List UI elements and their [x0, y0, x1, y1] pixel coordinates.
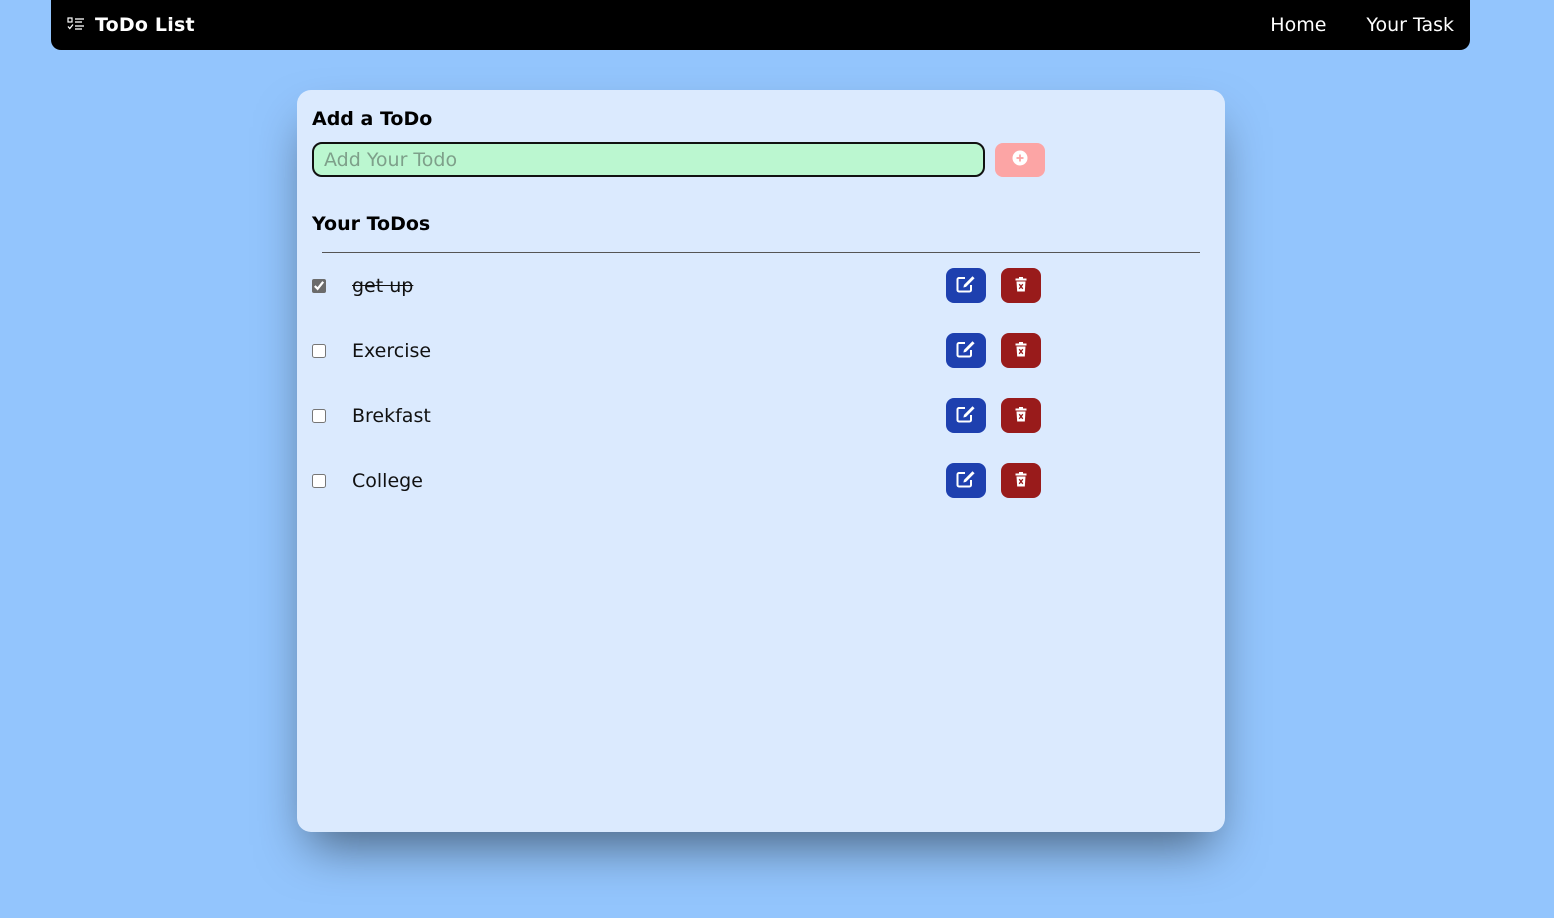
nav-link-home[interactable]: Home: [1270, 14, 1326, 36]
edit-icon: [956, 405, 976, 426]
nav-links: Home Your Task: [1270, 14, 1454, 36]
todo-actions: [946, 398, 1041, 433]
todo-text: Exercise: [352, 339, 432, 362]
todo-checkbox[interactable]: [312, 408, 326, 423]
todo-text: get up: [352, 274, 414, 297]
delete-button[interactable]: [1001, 398, 1041, 433]
add-todo-button[interactable]: [995, 142, 1045, 177]
todo-item: College: [312, 463, 1210, 498]
todo-checkbox[interactable]: [312, 343, 326, 358]
todo-item: get up: [312, 268, 1210, 303]
your-todos-heading: Your ToDos: [312, 213, 431, 235]
trash-icon: [1015, 276, 1027, 295]
todo-text: Brekfast: [352, 404, 431, 427]
edit-button[interactable]: [946, 463, 986, 498]
todo-text: College: [352, 469, 423, 492]
brand-title: ToDo List: [95, 14, 195, 36]
nav-link-your-task[interactable]: Your Task: [1366, 14, 1454, 36]
todo-checkbox[interactable]: [312, 278, 326, 293]
edit-icon: [956, 340, 976, 361]
trash-icon: [1015, 341, 1027, 360]
trash-icon: [1015, 406, 1027, 425]
edit-icon: [956, 470, 976, 491]
todo-list: get up Exercise Brekfast College: [312, 268, 1210, 498]
todo-card: Add a ToDo Your ToDos get up: [297, 90, 1225, 832]
add-todo-row: [312, 142, 1210, 177]
todo-item: Exercise: [312, 333, 1210, 368]
divider: [322, 252, 1200, 253]
delete-button[interactable]: [1001, 333, 1041, 368]
navbar: ToDo List Home Your Task: [51, 0, 1470, 50]
trash-icon: [1015, 471, 1027, 490]
todo-item: Brekfast: [312, 398, 1210, 433]
edit-button[interactable]: [946, 268, 986, 303]
todo-actions: [946, 463, 1041, 498]
brand[interactable]: ToDo List: [67, 14, 195, 36]
todo-actions: [946, 333, 1041, 368]
plus-circle-icon: [1012, 150, 1028, 169]
edit-icon: [956, 275, 976, 296]
todo-input[interactable]: [312, 142, 985, 177]
delete-button[interactable]: [1001, 463, 1041, 498]
checklist-icon: [67, 16, 85, 35]
todo-actions: [946, 268, 1041, 303]
edit-button[interactable]: [946, 333, 986, 368]
add-todo-heading: Add a ToDo: [312, 108, 433, 130]
edit-button[interactable]: [946, 398, 986, 433]
delete-button[interactable]: [1001, 268, 1041, 303]
todo-checkbox[interactable]: [312, 473, 326, 488]
